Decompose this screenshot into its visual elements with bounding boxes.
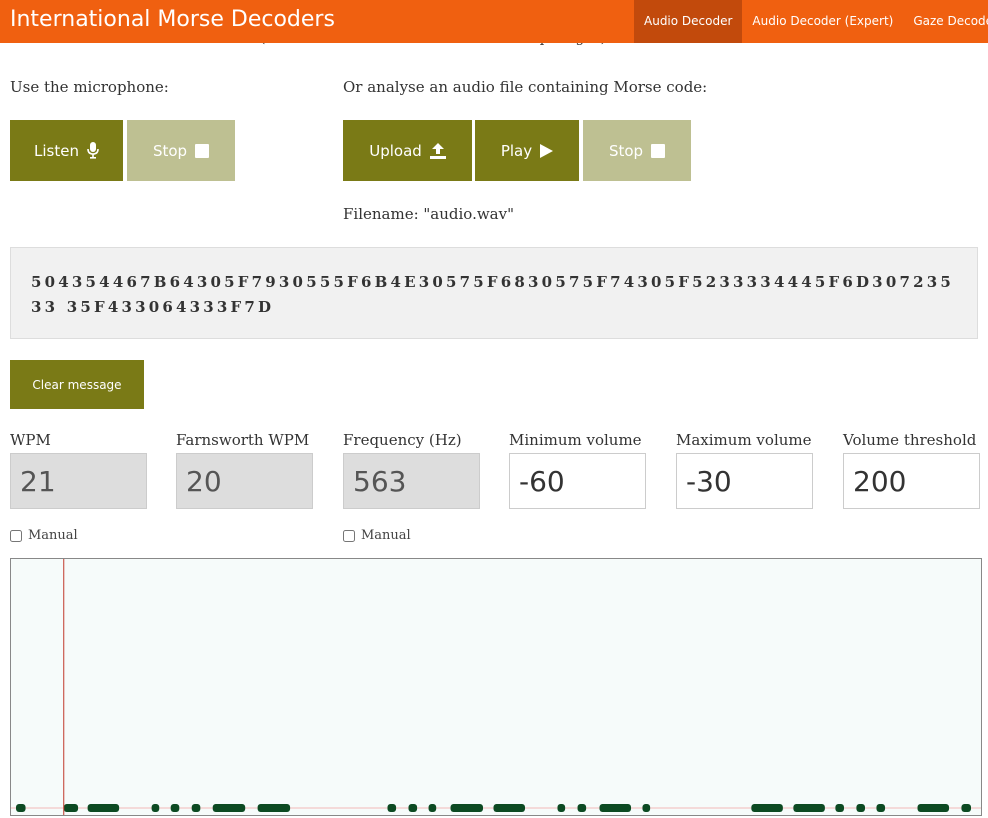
decoded-message: 504354467B64305F7930555F6B4E30575F683057… xyxy=(10,247,978,339)
max-volume-input[interactable] xyxy=(676,453,813,509)
frequency-manual-label: Manual xyxy=(361,528,411,543)
signal-mark-10 xyxy=(428,804,437,812)
volume-threshold-label: Volume threshold xyxy=(843,431,977,449)
file-stop-button-label: Stop xyxy=(608,141,644,160)
nav-link-audio-decoder-expert[interactable]: Audio Decoder (Expert) xyxy=(742,0,903,43)
nav-link-gaze-decoder[interactable]: Gaze Decoder xyxy=(903,0,988,43)
signal-mark-20 xyxy=(856,804,865,812)
signal-mark-16 xyxy=(642,804,651,812)
signal-mark-23 xyxy=(961,804,971,812)
signal-mark-3 xyxy=(151,804,160,812)
signal-mark-6 xyxy=(212,804,246,812)
navbar: International Morse Decoders Audio Decod… xyxy=(0,0,988,43)
file-stop-button[interactable]: Stop xyxy=(583,120,691,181)
upload-button[interactable]: Upload xyxy=(343,120,472,181)
frequency-manual-checkbox[interactable] xyxy=(343,529,355,542)
signal-mark-7 xyxy=(257,804,291,812)
signal-mark-12 xyxy=(493,804,526,812)
listen-button-label: Listen xyxy=(34,141,79,160)
signal-mark-1 xyxy=(63,804,79,812)
stop-icon xyxy=(651,143,666,158)
signal-mark-13 xyxy=(557,804,566,812)
wpm-manual-label: Manual xyxy=(28,528,78,543)
signal-visualizer-svg xyxy=(11,559,981,815)
play-button-label: Play xyxy=(500,141,533,160)
signal-mark-21 xyxy=(876,804,886,812)
max-volume-label: Maximum volume xyxy=(676,431,812,449)
upload-icon xyxy=(429,142,446,159)
farnsworth-wpm-input[interactable] xyxy=(176,453,313,509)
signal-mark-2 xyxy=(87,804,120,812)
play-icon xyxy=(540,143,554,158)
listen-button[interactable]: Listen xyxy=(10,120,123,181)
wpm-manual-toggle[interactable]: Manual xyxy=(10,528,78,543)
signal-mark-18 xyxy=(793,804,825,812)
min-volume-input[interactable] xyxy=(509,453,646,509)
wpm-input[interactable] xyxy=(10,453,147,509)
signal-mark-11 xyxy=(450,804,483,812)
signal-mark-22 xyxy=(917,804,950,812)
farnsworth-wpm-label: Farnsworth WPM xyxy=(176,431,310,449)
volume-threshold-input[interactable] xyxy=(843,453,980,509)
signal-mark-0 xyxy=(16,804,26,812)
clear-message-button[interactable]: Clear message xyxy=(10,360,144,409)
play-button[interactable]: Play xyxy=(475,120,579,181)
mic-stop-button-label: Stop xyxy=(152,141,188,160)
brand-title[interactable]: International Morse Decoders xyxy=(10,7,335,32)
signal-mark-8 xyxy=(387,804,397,812)
wpm-manual-checkbox[interactable] xyxy=(10,529,22,542)
signal-mark-9 xyxy=(408,804,418,812)
signal-mark-14 xyxy=(577,804,587,812)
signal-mark-15 xyxy=(599,804,632,812)
signal-mark-4 xyxy=(170,804,180,812)
signal-visualizer xyxy=(10,558,982,816)
signal-mark-17 xyxy=(751,804,783,812)
min-volume-label: Minimum volume xyxy=(509,431,642,449)
signal-mark-19 xyxy=(835,804,844,812)
microphone-icon xyxy=(87,142,99,159)
wpm-label: WPM xyxy=(10,431,51,449)
mic-stop-button[interactable]: Stop xyxy=(127,120,235,181)
nav-link-audio-decoder[interactable]: Audio Decoder xyxy=(634,0,743,43)
frequency-input[interactable] xyxy=(343,453,480,509)
stop-icon xyxy=(195,143,210,158)
filename-text: Filename: "audio.wav" xyxy=(343,205,514,223)
frequency-label: Frequency (Hz) xyxy=(343,431,462,449)
nav-links: Audio Decoder Audio Decoder (Expert) Gaz… xyxy=(634,0,988,43)
frequency-manual-toggle[interactable]: Manual xyxy=(343,528,411,543)
upload-button-label: Upload xyxy=(369,141,422,160)
decoded-message-text: 504354467B64305F7930555F6B4E30575F683057… xyxy=(31,273,955,316)
microphone-label: Use the microphone: xyxy=(10,78,169,96)
file-label: Or analyse an audio file containing Mors… xyxy=(343,78,708,96)
signal-mark-5 xyxy=(191,804,201,812)
